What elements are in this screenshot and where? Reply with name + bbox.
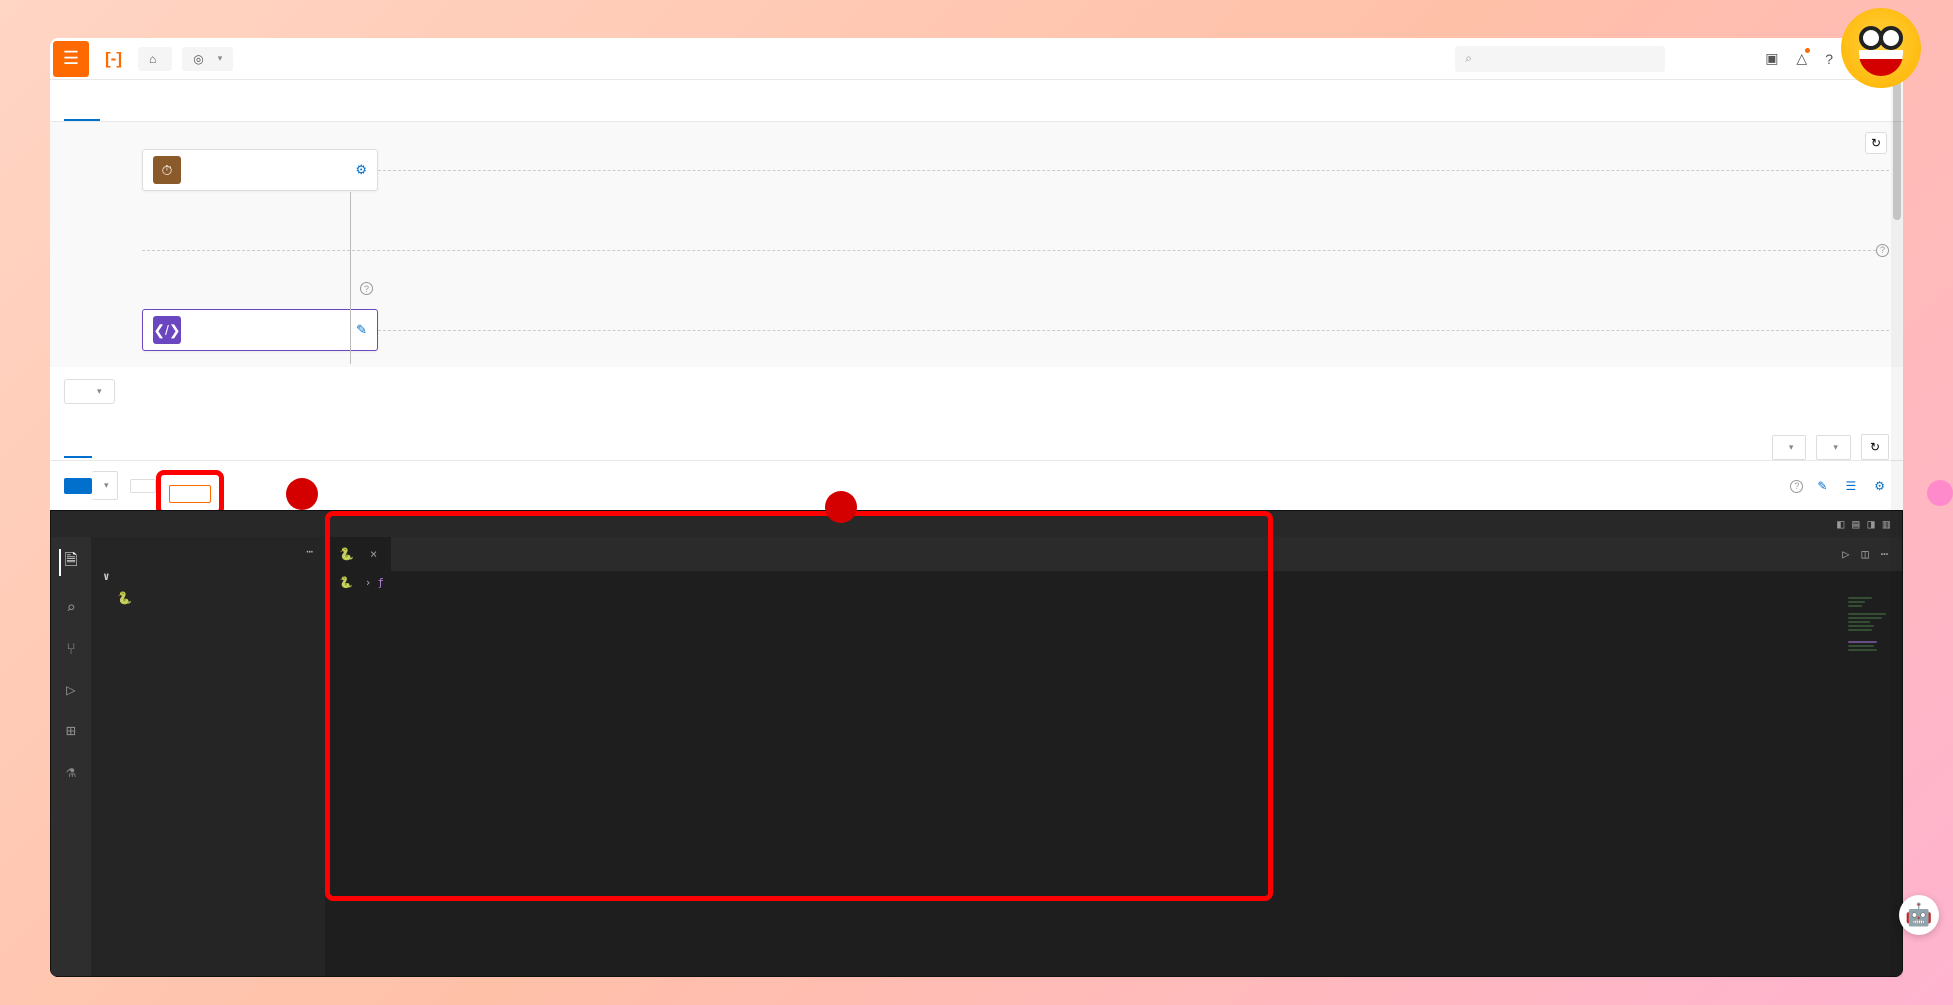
clock-icon: ⏱ bbox=[153, 156, 181, 184]
breadcrumb[interactable]: 🐍 › ƒ bbox=[325, 571, 1902, 593]
refresh-button[interactable]: ↻ bbox=[1861, 434, 1889, 460]
run-debug-icon[interactable]: ▷ bbox=[66, 680, 76, 699]
search-activity-icon[interactable]: ⌕ bbox=[66, 598, 76, 617]
pct-help-icon[interactable]: ? bbox=[360, 282, 373, 295]
editor-tab-index-py[interactable]: 🐍 × bbox=[325, 537, 391, 571]
notification-icon[interactable]: △ bbox=[1796, 50, 1807, 67]
region-selector[interactable]: ◎ bbox=[182, 47, 233, 71]
main-panel: ☰ [-] ⌂ ◎ ⌕ ▣ △ ? ✦ bbox=[50, 38, 1903, 977]
trigger-node[interactable]: ⏱ ⚙ bbox=[142, 149, 378, 191]
tab-test[interactable] bbox=[92, 437, 120, 457]
tab-function-details[interactable] bbox=[64, 80, 100, 121]
tab-tasks[interactable] bbox=[232, 437, 260, 457]
annotation-number-1 bbox=[825, 491, 857, 523]
cloudshell-icon[interactable]: ▣ bbox=[1765, 50, 1778, 67]
upload-code-button[interactable] bbox=[1772, 435, 1807, 460]
tab-config[interactable] bbox=[120, 437, 148, 457]
folder-section[interactable]: ∨ bbox=[91, 566, 325, 587]
python-tab-icon: 🐍 bbox=[339, 547, 354, 561]
graph-refresh-button[interactable]: ↻ bbox=[1865, 132, 1887, 154]
connector-percent: ? bbox=[360, 282, 373, 295]
code-lines[interactable] bbox=[325, 593, 1902, 976]
edit-icon[interactable]: ✎ bbox=[356, 322, 367, 338]
workbench-button[interactable]: ⌂ bbox=[138, 47, 172, 71]
hamburger-menu-icon[interactable]: ☰ bbox=[53, 41, 89, 77]
help-icon[interactable]: ? bbox=[1825, 51, 1833, 67]
tab-code[interactable] bbox=[64, 436, 92, 458]
explorer-icon[interactable]: 🗎 bbox=[59, 549, 78, 576]
layout-right-icon[interactable]: ◨ bbox=[1868, 517, 1875, 531]
edit-env-vars-link[interactable]: ✎ bbox=[1817, 479, 1831, 493]
activity-bar: 🗎 ⌕ ⑂ ▷ ⊞ ⚗ bbox=[51, 537, 91, 976]
explorer-sidebar: ⋯ ∨ 🐍 bbox=[91, 537, 325, 976]
location-icon: ◎ bbox=[193, 52, 203, 66]
file-index-py[interactable]: 🐍 bbox=[91, 587, 325, 609]
source-control-icon[interactable]: ⑂ bbox=[66, 639, 76, 658]
logo-mark-icon: [-] bbox=[105, 49, 122, 69]
pink-dot-decoration bbox=[1927, 480, 1953, 506]
helper-bot-icon[interactable]: 🤖 bbox=[1899, 895, 1939, 935]
gear-icon: ⚙ bbox=[1874, 479, 1885, 493]
realtime-logs-button[interactable] bbox=[130, 479, 156, 493]
vscode-menubar: ◧ ▤ ◨ ▥ bbox=[51, 511, 1902, 537]
scrollbar-thumb[interactable] bbox=[1893, 80, 1901, 220]
layers-icon: ☰ bbox=[1845, 479, 1856, 493]
close-tab-icon[interactable]: × bbox=[370, 547, 377, 561]
main-subtabs bbox=[50, 80, 1903, 122]
python-file-icon: 🐍 bbox=[117, 591, 132, 605]
version-alias-dropdown[interactable] bbox=[64, 379, 115, 404]
tab-instances[interactable] bbox=[204, 437, 232, 457]
tab-logs[interactable] bbox=[148, 437, 176, 457]
code-toolbar: ? ✎ ☰ ⚙ bbox=[50, 461, 1903, 510]
extensions-icon[interactable]: ⊞ bbox=[66, 721, 76, 740]
tab-version-mgmt[interactable] bbox=[136, 80, 172, 121]
explorer-more-icon[interactable]: ⋯ bbox=[306, 545, 313, 558]
vscode-editor: ◧ ▤ ◨ ▥ 🗎 ⌕ ⑂ ▷ ⊞ ⚗ ⋯ ∨ bbox=[50, 510, 1903, 977]
export-function-button[interactable] bbox=[1816, 435, 1851, 460]
annotation-number-2 bbox=[286, 478, 318, 510]
tab-monitor[interactable] bbox=[176, 437, 204, 457]
tab-more-icon[interactable]: ⋯ bbox=[1881, 547, 1888, 561]
brand-logo[interactable]: [-] bbox=[105, 49, 128, 69]
code-editor-pane: 🐍 × ▷ ◫ ⋯ 🐍 › ƒ bbox=[325, 537, 1902, 976]
annotation-box-2 bbox=[156, 470, 224, 516]
emoji-face-decoration bbox=[1841, 8, 1921, 88]
test-function-dropdown[interactable] bbox=[92, 471, 118, 500]
code-tabs: ↻ bbox=[50, 434, 1903, 461]
edit-layers-link[interactable]: ☰ bbox=[1845, 479, 1860, 493]
testing-icon[interactable]: ⚗ bbox=[66, 762, 76, 781]
code-size-info: ? bbox=[1790, 478, 1803, 493]
python-crumb-icon: 🐍 bbox=[339, 576, 353, 589]
search-box[interactable]: ⌕ bbox=[1455, 46, 1665, 72]
code-branch-icon: ❮/❯ bbox=[153, 316, 181, 344]
size-help-icon[interactable]: ? bbox=[1790, 480, 1803, 493]
deploy-code-button[interactable] bbox=[169, 485, 211, 503]
run-icon[interactable]: ▷ bbox=[1842, 547, 1849, 561]
layout-sidebar-icon[interactable]: ◧ bbox=[1837, 517, 1844, 531]
version-selector-row bbox=[50, 367, 1903, 404]
search-icon: ⌕ bbox=[1465, 51, 1472, 66]
tab-alias-mgmt[interactable] bbox=[100, 80, 136, 121]
page-scrollbar[interactable] bbox=[1891, 80, 1903, 977]
function-crumb-icon: ƒ bbox=[377, 576, 384, 589]
function-graph: ↻ ⏱ ⚙ ? ❮/❯ bbox=[50, 122, 1903, 367]
topbar: ☰ [-] ⌂ ◎ ⌕ ▣ △ ? ✦ bbox=[50, 38, 1903, 80]
gear-icon[interactable]: ⚙ bbox=[355, 162, 367, 178]
version-node[interactable]: ❮/❯ ✎ bbox=[142, 309, 378, 351]
layout-custom-icon[interactable]: ▥ bbox=[1883, 517, 1890, 531]
split-editor-icon[interactable]: ◫ bbox=[1862, 547, 1869, 561]
config-webide-link[interactable]: ⚙ bbox=[1874, 479, 1889, 493]
test-function-button[interactable] bbox=[64, 478, 92, 494]
home-icon: ⌂ bbox=[149, 52, 156, 66]
search-input[interactable] bbox=[1478, 52, 1655, 66]
tab-perf[interactable] bbox=[260, 437, 288, 457]
tab-quota-mgmt[interactable] bbox=[172, 80, 208, 121]
layout-panel-icon[interactable]: ▤ bbox=[1852, 517, 1859, 531]
connector-line bbox=[350, 192, 351, 364]
edit-icon: ✎ bbox=[1817, 479, 1827, 493]
alias-help-icon[interactable]: ? bbox=[1876, 244, 1889, 257]
